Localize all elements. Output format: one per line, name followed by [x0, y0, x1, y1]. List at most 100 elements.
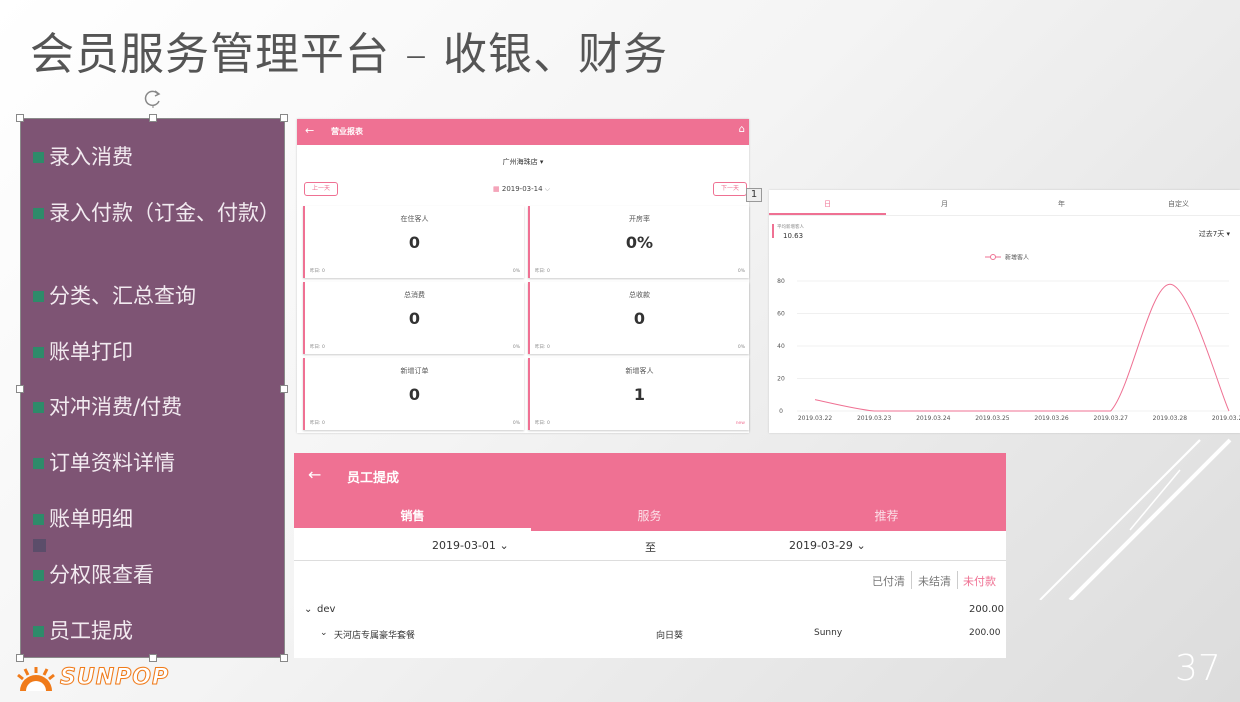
stat-label: 开房率 — [629, 215, 650, 223]
stat-label: 在住客人 — [400, 215, 429, 223]
tab-year[interactable]: 年 — [1003, 199, 1120, 209]
accent-bar — [772, 224, 774, 238]
y-tick-label: 20 — [777, 376, 785, 383]
date-from-picker[interactable]: 2019-03-01 ⌄ — [432, 539, 509, 552]
stat-yesterday: 昨日: 0 — [310, 345, 325, 350]
stat-change: 0% — [737, 345, 745, 350]
stat-card-new-orders[interactable]: 新增订单 0 昨日: 0 0% — [303, 358, 524, 430]
resize-handle[interactable] — [16, 385, 24, 393]
x-tick-label: 2019.03.27 — [1094, 415, 1129, 422]
decorative-lines — [1039, 438, 1232, 600]
bullet-item: 录入消费 — [33, 143, 133, 171]
date-to-picker[interactable]: 2019-03-29 ⌄ — [789, 539, 866, 552]
bullet-square-icon — [33, 347, 44, 358]
chevron-down-icon: ⌄ — [499, 539, 509, 552]
payment-filter-row: 已付清 未结清 未付款 — [294, 561, 1006, 599]
staff-commission-panel: ← 员工提成 销售 服务 推荐 2019-03-01 ⌄ 至 2019-03-2… — [294, 453, 1006, 658]
legend-marker — [990, 254, 996, 260]
stat-card-occupancy-rate[interactable]: 开房率 0% 昨日: 0 0% — [528, 206, 749, 278]
bullet-square-icon — [33, 514, 44, 525]
resize-handle[interactable] — [16, 114, 24, 122]
group-row[interactable]: ⌄ dev 200.00 — [294, 599, 1006, 623]
filter-unpaid[interactable]: 未付款 — [963, 573, 996, 589]
staff-header: ← 员工提成 销售 服务 推荐 — [294, 453, 1006, 531]
resize-handle[interactable] — [280, 385, 288, 393]
next-day-button[interactable]: 下一天 — [713, 182, 747, 196]
store-select[interactable]: 广州海珠店 ▾ — [297, 157, 749, 167]
stat-yesterday: 昨日: 0 — [535, 269, 550, 274]
bullet-square-icon — [33, 626, 44, 637]
bullet-square-icon — [33, 402, 44, 413]
report-title: 营业报表 — [331, 127, 363, 136]
stat-yesterday: 昨日: 0 — [535, 421, 550, 426]
tab-referral[interactable]: 推荐 — [768, 507, 1005, 524]
stat-yesterday: 昨日: 0 — [535, 345, 550, 350]
stat-value: 0 — [408, 309, 421, 328]
rotate-handle-icon[interactable] — [143, 88, 163, 108]
chevron-down-icon: ⌄ — [856, 539, 866, 552]
stat-change: 0% — [512, 269, 520, 274]
tab-service[interactable]: 服务 — [531, 507, 768, 524]
bullet-square-icon — [33, 458, 44, 469]
resize-handle[interactable] — [16, 654, 24, 662]
x-tick-label: 2019.03.29 — [1212, 415, 1240, 422]
tab-day[interactable]: 日 — [769, 199, 886, 209]
bullet-square-icon — [33, 152, 44, 163]
tab-custom[interactable]: 自定义 — [1120, 199, 1237, 209]
bullet-item: 账单打印 — [33, 338, 133, 366]
logo-text: SUNPOP — [59, 665, 170, 691]
sunpop-logo: SUNPOP — [14, 663, 169, 695]
x-tick-label: 2019.03.22 — [798, 415, 833, 422]
back-arrow-icon[interactable]: ← — [305, 124, 314, 137]
resize-handle[interactable] — [280, 114, 288, 122]
tab-month[interactable]: 月 — [886, 199, 1003, 209]
stat-yesterday: 昨日: 0 — [310, 269, 325, 274]
bullet-square-icon — [33, 208, 44, 219]
item-name: 天河店专属豪华套餐 — [334, 631, 416, 641]
bullet-item: 对冲消费/付费 — [33, 393, 182, 421]
report-header: ← 营业报表 ⌂ — [297, 119, 749, 145]
tab-sales[interactable]: 销售 — [294, 507, 531, 524]
resize-handle[interactable] — [149, 114, 157, 122]
date-to-label: 至 — [645, 541, 656, 554]
x-tick-label: 2019.03.25 — [975, 415, 1010, 422]
stat-change: 0% — [737, 269, 745, 274]
resize-handle[interactable] — [280, 654, 288, 662]
home-icon[interactable]: ⌂ — [739, 124, 745, 135]
y-tick-label: 0 — [779, 408, 783, 415]
back-arrow-icon[interactable]: ← — [308, 465, 321, 484]
sun-logo-icon — [17, 667, 55, 691]
stat-card-in-house-guests[interactable]: 在住客人 0 昨日: 0 0% — [303, 206, 524, 278]
resize-handle[interactable] — [149, 654, 157, 662]
y-tick-label: 80 — [777, 278, 785, 285]
bullet-text-box[interactable]: 录入消费 录入付款（订金、付款） 分类、汇总查询 账单打印 对冲消费/付费 订单… — [16, 114, 288, 662]
stat-card-new-guests[interactable]: 新增客人 1 昨日: 0 new — [528, 358, 749, 430]
divider — [911, 571, 912, 589]
range-select[interactable]: 过去7天 ▾ — [1199, 229, 1230, 239]
filter-paid[interactable]: 已付清 — [872, 573, 905, 589]
slide-title: 会员服务管理平台 – 收银、财务 — [30, 29, 668, 80]
table-row[interactable]: ⌄ 天河店专属豪华套餐 向日葵 Sunny 200.00 — [294, 623, 1006, 647]
bullet-square-icon — [33, 291, 44, 302]
divider — [769, 215, 1240, 216]
filter-unsettled[interactable]: 未结清 — [918, 573, 951, 589]
stat-yesterday: 昨日: 0 — [310, 421, 325, 426]
stat-value: 0% — [625, 233, 654, 252]
expand-chevron-icon[interactable]: ⌄ — [304, 604, 312, 615]
stat-change: 0% — [512, 421, 520, 426]
line-chart: 新增客人 0 20 40 60 80 2019.03.22 2019.03.23 2019.03… — [777, 254, 1240, 423]
staff-name: Sunny — [814, 628, 843, 638]
prev-day-button[interactable]: 上一天 — [304, 182, 338, 196]
chevron-down-icon: ⌵ — [544, 185, 551, 193]
page-number: 37 — [1175, 648, 1221, 689]
calendar-icon: ▦ — [493, 185, 500, 193]
y-tick-label: 40 — [777, 343, 785, 350]
expand-chevron-icon[interactable]: ⌄ — [320, 628, 328, 638]
trend-chart-panel: 日 月 年 自定义 平均新增客人 10.63 过去7天 ▾ 新增客人 0 20 40 6… — [769, 190, 1240, 433]
stat-value: 0 — [633, 309, 646, 328]
bullet-item: 账单明细 — [33, 505, 133, 533]
stat-card-total-consumption[interactable]: 总消费 0 昨日: 0 0% — [303, 282, 524, 354]
bullet-item: 录入付款（订金、付款） — [33, 199, 280, 227]
stat-card-total-receipts[interactable]: 总收款 0 昨日: 0 0% — [528, 282, 749, 354]
date-picker[interactable]: ▦ 2019-03-14 ⌵ — [493, 185, 550, 194]
